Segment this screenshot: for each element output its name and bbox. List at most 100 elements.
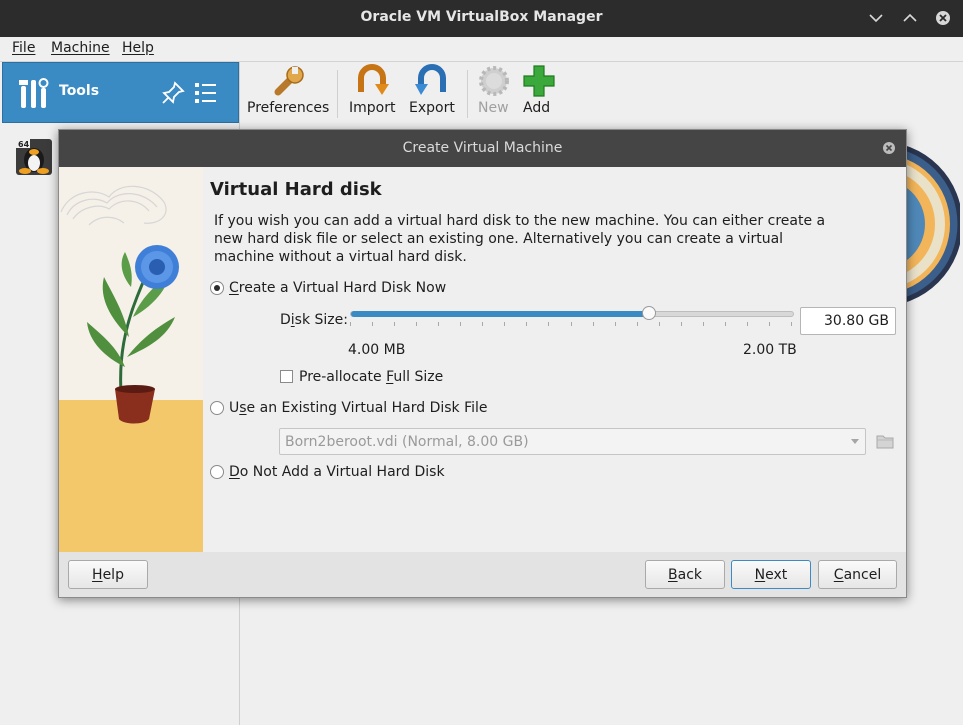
wizard-illustration <box>59 167 203 552</box>
export-button[interactable]: Export <box>407 62 459 124</box>
create-disk-radio[interactable] <box>210 281 224 295</box>
window-title: Oracle VM VirtualBox Manager <box>360 9 603 25</box>
sidebar-item-tools[interactable]: Tools <box>2 62 239 123</box>
slider-tick <box>681 322 682 326</box>
menu-machine[interactable]: Machine <box>51 40 110 56</box>
existing-disk-value: Born2beroot.vdi (Normal, 8.00 GB) <box>285 434 529 450</box>
import-icon <box>358 64 389 95</box>
toolbar-separator <box>337 70 338 118</box>
dialog-close-icon[interactable] <box>882 141 896 155</box>
disk-size-label-pre: D <box>280 312 291 328</box>
slider-tick <box>703 322 704 326</box>
new-label: New <box>478 100 509 116</box>
menu-help[interactable]: Help <box>122 40 154 56</box>
create-vm-dialog: Create Virtual Machine Virtual Hard disk <box>58 129 907 598</box>
add-plus-icon <box>523 65 555 97</box>
slider-tick <box>571 322 572 326</box>
back-mnemonic: B <box>668 566 678 583</box>
slider-tick <box>416 322 417 326</box>
chevron-down-icon <box>869 14 883 23</box>
toolbar-separator <box>467 70 468 118</box>
menu-bar: File Machine Help <box>0 37 963 62</box>
use-existing-text-post: e an Existing Virtual Hard Disk File <box>246 400 488 416</box>
wizard-page: Virtual Hard disk If you wish you can ad… <box>203 167 906 552</box>
help-button[interactable]: Help <box>68 560 148 589</box>
use-existing-text-pre: U <box>229 400 240 416</box>
minimize-button[interactable] <box>864 6 888 30</box>
dropdown-arrow-icon <box>851 439 859 444</box>
disk-size-label: Disk Size: <box>280 312 348 328</box>
menu-file-mnemonic: F <box>12 40 20 56</box>
no-disk-label[interactable]: Do Not Add a Virtual Hard Disk <box>229 464 445 480</box>
use-existing-radio[interactable] <box>210 401 224 415</box>
new-button[interactable]: New <box>476 62 512 124</box>
menu-machine-label: achine <box>63 40 110 56</box>
slider-tick <box>482 322 483 326</box>
next-label: ext <box>765 566 788 583</box>
folder-browse-icon[interactable] <box>876 432 894 450</box>
chevron-up-icon <box>903 13 917 22</box>
no-disk-text: o Not Add a Virtual Hard Disk <box>239 464 445 480</box>
create-disk-text: reate a Virtual Hard Disk Now <box>238 280 447 296</box>
slider-tick <box>725 322 726 326</box>
help-label: elp <box>102 566 124 583</box>
tools-icon <box>19 78 49 108</box>
import-button[interactable]: Import <box>347 62 397 124</box>
pin-icon[interactable] <box>160 80 186 106</box>
preallocate-text-post: ull Size <box>393 369 444 385</box>
slider-tick <box>637 322 638 326</box>
cancel-button[interactable]: Cancel <box>818 560 897 589</box>
slider-tick <box>593 322 594 326</box>
main-titlebar: Oracle VM VirtualBox Manager <box>0 0 963 37</box>
no-disk-mnemonic: D <box>229 464 240 480</box>
page-description: If you wish you can add a virtual hard d… <box>214 213 826 265</box>
preallocate-checkbox[interactable] <box>280 370 293 383</box>
tools-label: Tools <box>59 83 100 99</box>
next-button[interactable]: Next <box>731 560 811 589</box>
cancel-label: ancel <box>843 566 882 583</box>
no-disk-radio[interactable] <box>210 465 224 479</box>
list-menu-icon[interactable] <box>193 79 219 107</box>
menu-machine-mnemonic: M <box>51 40 64 56</box>
dialog-title: Create Virtual Machine <box>402 140 563 156</box>
slider-tick <box>747 322 748 326</box>
vm-64bit-badge: 64 <box>18 140 30 149</box>
preferences-label: Preferences <box>247 100 330 116</box>
window-close-button[interactable] <box>931 6 955 30</box>
disk-size-label-post: sk Size: <box>294 312 348 328</box>
create-disk-mnemonic: C <box>229 280 239 296</box>
back-button[interactable]: Back <box>645 560 725 589</box>
close-icon <box>936 11 950 25</box>
back-label: ack <box>677 566 702 583</box>
existing-disk-select[interactable]: Born2beroot.vdi (Normal, 8.00 GB) <box>279 428 866 455</box>
slider-tick <box>372 322 373 326</box>
slider-handle[interactable] <box>642 306 657 320</box>
disk-size-input[interactable]: 30.80 GB <box>800 307 896 335</box>
add-label: Add <box>523 100 551 116</box>
slider-tick <box>460 322 461 326</box>
slider-ticks <box>350 322 794 328</box>
use-existing-label[interactable]: Use an Existing Virtual Hard Disk File <box>229 400 488 416</box>
maximize-button[interactable] <box>898 6 922 30</box>
slider-tick <box>791 322 792 326</box>
preallocate-label[interactable]: Pre-allocate Full Size <box>299 369 443 385</box>
slider-tick <box>350 322 351 326</box>
disk-size-slider[interactable] <box>350 306 794 320</box>
toolbar: Preferences Import Export New Add <box>240 62 963 124</box>
create-disk-label[interactable]: Create a Virtual Hard Disk Now <box>229 280 446 296</box>
use-existing-mnemonic: s <box>239 400 247 416</box>
next-mnemonic: N <box>754 566 766 583</box>
slider-fill <box>351 311 650 317</box>
preallocate-text-pre: Pre-allocate <box>299 369 387 385</box>
menu-file[interactable]: File <box>12 40 35 56</box>
page-heading: Virtual Hard disk <box>210 179 382 200</box>
import-label: Import <box>349 100 396 116</box>
slider-tick <box>504 322 505 326</box>
add-button[interactable]: Add <box>521 62 557 124</box>
slider-tick <box>615 322 616 326</box>
menu-help-label: elp <box>132 40 154 56</box>
cancel-mnemonic: C <box>833 566 844 583</box>
export-icon <box>415 64 446 95</box>
preferences-button[interactable]: Preferences <box>246 62 330 124</box>
preferences-icon <box>274 66 304 96</box>
